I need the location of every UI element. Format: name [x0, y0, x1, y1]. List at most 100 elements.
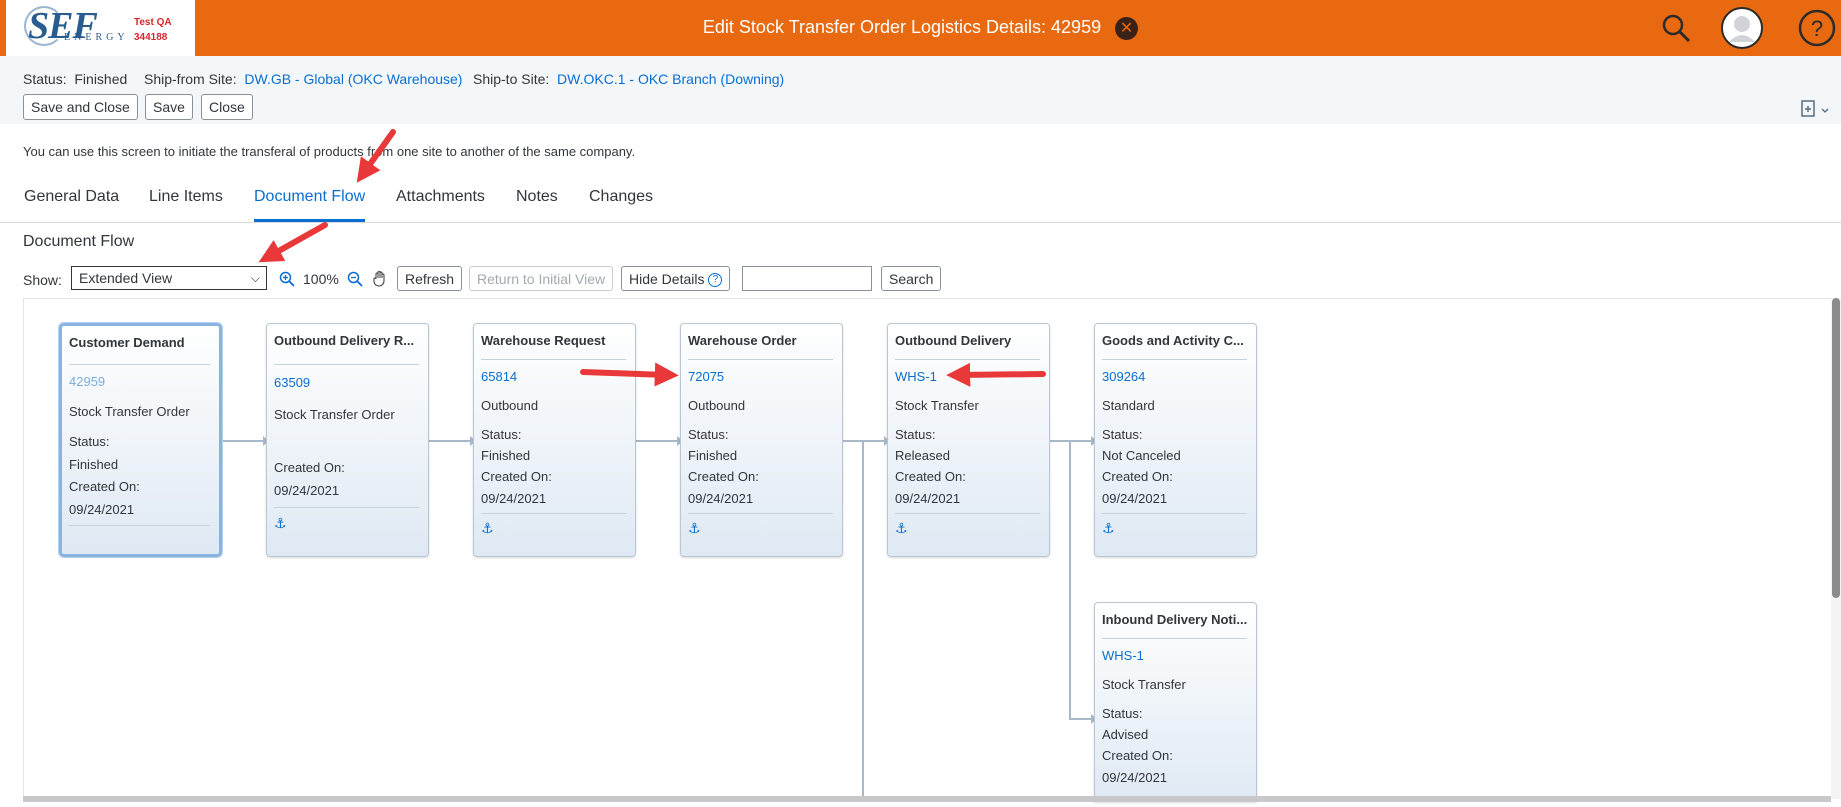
node-title: Warehouse Request — [481, 333, 606, 348]
close-button[interactable]: Close — [201, 94, 253, 120]
anchor-icon[interactable]: ⚓ — [688, 520, 701, 537]
node-created-label: Created On: — [481, 469, 552, 484]
status-label: Status: — [23, 71, 67, 87]
status-value: Finished — [74, 71, 128, 87]
hide-details-label: Hide Details — [629, 271, 705, 287]
horizontal-scrollbar[interactable] — [23, 796, 1831, 802]
node-status: Released — [895, 448, 950, 463]
annotation-arrow — [258, 222, 328, 263]
user-avatar-icon[interactable] — [1720, 6, 1764, 50]
node-status: Not Canceled — [1102, 448, 1181, 463]
info-circle-icon: ? — [708, 273, 723, 288]
anchor-icon[interactable]: ⚓ — [481, 520, 494, 537]
view-select[interactable]: Extended View ⌵ — [71, 266, 267, 290]
node-created-label: Created On: — [69, 479, 140, 494]
search-icon[interactable] — [1658, 10, 1694, 46]
tab-attachments[interactable]: Attachments — [396, 188, 485, 222]
ship-from-label: Ship-from Site: — [144, 71, 237, 87]
node-id-link[interactable]: 42959 — [69, 374, 105, 389]
node-created-label: Created On: — [1102, 748, 1173, 763]
node-created: 09/24/2021 — [688, 491, 754, 506]
node-status-label: Status: — [895, 427, 936, 442]
anchor-icon[interactable]: ⚓ — [1102, 520, 1115, 537]
node-type: Outbound — [688, 398, 746, 413]
zoom-in-icon[interactable] — [279, 271, 295, 287]
help-icon[interactable]: ? — [1797, 8, 1837, 48]
refresh-button[interactable]: Refresh — [397, 266, 463, 291]
tab-changes[interactable]: Changes — [589, 188, 653, 222]
node-divider — [274, 507, 419, 508]
tab-general-data[interactable]: General Data — [24, 188, 119, 222]
vertical-scrollbar[interactable] — [1831, 298, 1841, 799]
flow-node-warehouse-request[interactable]: Warehouse Request 65814 Outbound Status:… — [473, 323, 636, 557]
flow-connector — [429, 440, 474, 442]
node-title: Customer Demand — [69, 335, 185, 350]
node-status-label: Status: — [69, 434, 110, 449]
add-document-menu-icon[interactable] — [1800, 100, 1834, 118]
pan-hand-icon[interactable] — [372, 270, 388, 287]
node-title: Outbound Delivery R... — [274, 333, 415, 348]
save-button[interactable]: Save — [145, 94, 193, 120]
search-input[interactable] — [742, 266, 872, 291]
return-to-initial-view-button[interactable]: Return to Initial View — [469, 266, 614, 291]
flow-connector — [1069, 440, 1071, 719]
node-created: 09/24/2021 — [1102, 491, 1168, 506]
hide-details-button[interactable]: Hide Details ? — [621, 266, 731, 291]
node-id-link[interactable]: 63509 — [274, 375, 310, 390]
node-status: Finished — [688, 448, 738, 463]
svg-text:?: ? — [1811, 16, 1823, 41]
node-id-link[interactable]: 65814 — [481, 369, 517, 384]
tab-notes[interactable]: Notes — [516, 188, 558, 222]
shell-bar: SEF ENERGY Test QA 344188 Edit Stock Tra… — [0, 0, 1841, 56]
close-circle-icon[interactable]: ✕ — [1115, 16, 1139, 40]
flow-node-warehouse-order[interactable]: Warehouse Order 72075 Outbound Status: F… — [680, 323, 843, 557]
tab-document-flow[interactable]: Document Flow — [254, 188, 366, 222]
flow-node-inbound-delivery-notification[interactable]: Inbound Delivery Noti... WHS-1 Stock Tra… — [1094, 602, 1257, 802]
node-divider — [1102, 359, 1247, 360]
save-and-close-button[interactable]: Save and Close — [23, 94, 138, 120]
ship-from-attribute: Ship-from Site: DW.GB - Global (OKC Ware… — [144, 71, 462, 87]
node-status-label: Status: — [688, 427, 729, 442]
node-id-link[interactable]: 72075 — [688, 369, 724, 384]
flow-connector — [862, 440, 864, 799]
node-id-link[interactable]: 309264 — [1102, 369, 1145, 384]
node-divider — [1102, 513, 1247, 514]
node-status-label: Status: — [1102, 427, 1143, 442]
zoom-out-icon[interactable] — [347, 271, 363, 287]
anchor-icon[interactable]: ⚓ — [274, 515, 287, 532]
ship-to-link[interactable]: DW.OKC.1 - OKC Branch (Downing) — [557, 71, 784, 87]
flow-node-customer-demand[interactable]: Customer Demand 42959 Stock Transfer Ord… — [59, 323, 222, 557]
node-id-link[interactable]: WHS-1 — [1102, 648, 1144, 663]
search-button[interactable]: Search — [881, 266, 942, 291]
node-divider — [688, 513, 833, 514]
node-created: 09/24/2021 — [1102, 770, 1168, 785]
flow-node-goods-and-activity[interactable]: Goods and Activity C... 309264 Standard … — [1094, 323, 1257, 557]
tab-line-items[interactable]: Line Items — [149, 188, 223, 222]
zoom-level: 100% — [303, 271, 339, 287]
page-title: Edit Stock Transfer Order Logistics Deta… — [702, 17, 1102, 37]
node-type: Outbound — [481, 398, 539, 413]
ship-from-link[interactable]: DW.GB - Global (OKC Warehouse) — [244, 71, 462, 87]
flow-node-outbound-delivery[interactable]: Outbound Delivery WHS-1 Stock Transfer S… — [887, 323, 1050, 557]
node-created-label: Created On: — [688, 469, 759, 484]
section-title: Document Flow — [23, 233, 135, 250]
flow-connector — [222, 440, 267, 442]
chevron-down-icon: ⌵ — [250, 271, 260, 285]
node-title: Inbound Delivery Noti... — [1102, 612, 1248, 627]
anchor-icon[interactable]: ⚓ — [895, 520, 908, 537]
node-divider — [1102, 638, 1247, 639]
node-created: 09/24/2021 — [69, 502, 135, 517]
node-status-label: Status: — [481, 427, 522, 442]
node-id-link[interactable]: WHS-1 — [895, 369, 937, 384]
node-title: Goods and Activity C... — [1102, 333, 1244, 348]
node-created: 09/24/2021 — [274, 483, 340, 498]
app-title-bar: Edit Stock Transfer Order Logistics Deta… — [0, 0, 1841, 56]
node-type: Stock Transfer — [1102, 677, 1186, 692]
flow-node-outbound-delivery-request[interactable]: Outbound Delivery R... 63509 Stock Trans… — [266, 323, 429, 557]
node-status-label: Status: — [1102, 706, 1143, 721]
node-created: 09/24/2021 — [895, 491, 961, 506]
node-divider — [69, 364, 210, 365]
scrollbar-thumb[interactable] — [1832, 298, 1840, 598]
node-title: Outbound Delivery — [895, 333, 1012, 348]
tab-bar: General Data Line Items Document Flow At… — [0, 180, 1841, 223]
